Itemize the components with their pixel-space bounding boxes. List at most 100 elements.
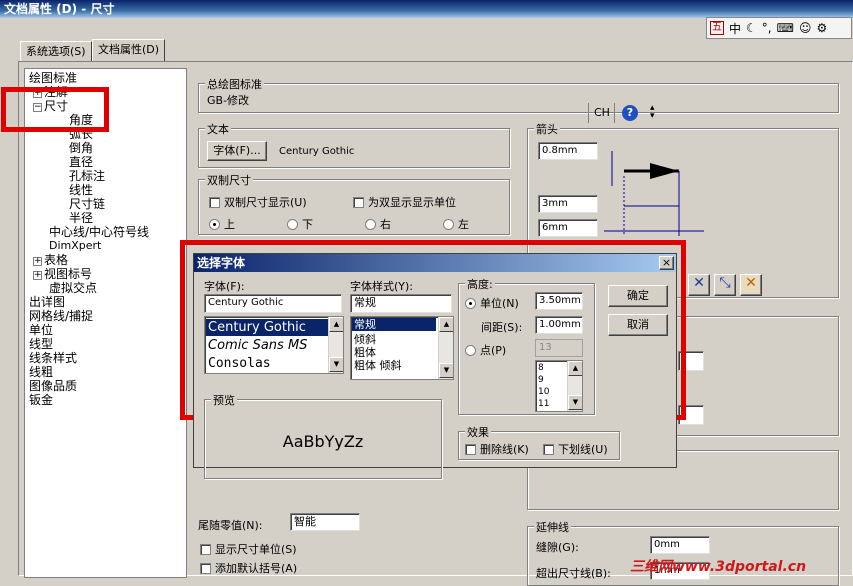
tree-item-line-thickness[interactable]: 线粗 [29,365,53,379]
effects-label: 效果 [465,424,491,440]
scroll-down-icon[interactable]: ▼ [568,395,582,410]
gap-input[interactable]: 0mm [650,536,710,554]
keyboard-icon[interactable]: ⌨ [777,21,794,35]
ok-button[interactable]: 确定 [608,285,668,307]
trailing-zero-select[interactable]: 智能 [290,513,360,531]
window-title: 文档属性 (D) - 尺寸 [0,0,853,18]
close-icon[interactable]: × [659,256,674,270]
font-input[interactable]: Century Gothic [204,294,342,313]
list-item[interactable]: 10 [538,387,549,397]
tree-item-detailing[interactable]: 出详图 [29,295,65,309]
tree-item-linear[interactable]: 线性 [69,183,93,197]
tree-item-tables[interactable]: + 表格 [33,253,68,267]
point-input[interactable]: 13 [535,339,583,357]
radio-bottom[interactable]: 下 [287,216,313,232]
ime-toolbar[interactable]: 五 中 ☾ °, ⌨ ☺ ⚙ [706,17,852,39]
expand-icon[interactable]: + [33,271,42,280]
arrow-style-icon[interactable]: ✕ [688,274,710,296]
tree-item-dimxpert[interactable]: DimXpert [49,239,101,253]
tree-item-centerlines[interactable]: 中心线/中心符号线 [49,225,149,239]
spacing-label: 间距(S): [481,321,523,334]
select-font-dialog[interactable]: 选择字体 × 字体(F): Century Gothic Century Got… [193,253,677,479]
punct-icon[interactable]: °, [762,21,772,35]
arrow-style-icon[interactable]: ✕ [740,274,762,296]
moon-icon[interactable]: ☾ [746,21,757,35]
arrows-label: 箭头 [534,121,560,137]
tree-item-line-font[interactable]: 线型 [29,337,53,351]
arrow-length-input[interactable]: 6mm [538,219,598,237]
list-item[interactable]: Comic Sans MS [206,338,307,353]
radio-left[interactable]: 左 [443,216,469,232]
strikeout-checkbox[interactable]: 删除线(K) [465,441,529,457]
help-icon[interactable]: ? [622,105,638,121]
scrollbar[interactable]: ▲ ▼ [438,317,453,379]
list-item[interactable]: 11 [538,399,549,409]
tree-item-sheet-metal[interactable]: 钣金 [29,393,53,407]
list-item[interactable]: 粗体 倾斜 [354,357,402,373]
text-group-label: 文本 [205,121,231,137]
unit-radio[interactable]: 单位(N) [465,295,519,311]
spacing-input[interactable]: 1.00mm [535,316,583,334]
point-list[interactable]: 8 9 10 11 ▲ ▼ [535,360,583,412]
tree-item-units[interactable]: 单位 [29,323,53,337]
style-input[interactable]: 常规 [350,294,452,313]
list-item[interactable]: 常规 [352,318,436,331]
effects-group: 效果 删除线(K) 下划线(U) [458,424,620,460]
tab-system-options[interactable]: 系统选项(S) [20,41,92,61]
arrow-style-buttons: ✕ ⤡ ✕ [688,274,762,296]
tab-document-properties[interactable]: 文档属性(D) [92,39,166,61]
style-label: 字体样式(Y): [350,280,414,293]
show-units-checkbox[interactable]: 显示尺寸单位(S) [200,541,297,557]
scroll-up-icon[interactable]: ▲ [439,317,453,332]
arrow-diagram [604,151,704,236]
scroll-down-icon[interactable]: ▼ [439,363,453,378]
scrollbar[interactable]: ▲ ▼ [567,361,582,411]
tree-item-virtual-sharps[interactable]: 虚拟交点 [49,281,97,295]
cancel-button[interactable]: 取消 [608,314,668,336]
arrow-width-input[interactable]: 3mm [538,195,598,213]
highlight-box [1,87,109,132]
unit-input[interactable]: 3.50mm [535,292,583,310]
font-button[interactable]: 字体(F)... [207,141,267,161]
dual-display-checkbox[interactable]: 双制尺寸显示(U) [209,194,307,210]
point-radio[interactable]: 点(P) [465,342,506,358]
list-item[interactable]: 8 [538,363,544,373]
text-group: 文本 字体(F)... Century Gothic [198,121,510,168]
tree-item-line-style[interactable]: 线条样式 [29,351,77,365]
user-icon[interactable]: ☺ [799,21,812,35]
font-label: 字体(F): [204,280,245,293]
scroll-down-icon[interactable]: ▼ [329,357,343,372]
tree-item-ordinate[interactable]: 尺寸链 [69,197,105,211]
style-list[interactable]: 常规 倾斜 粗体 粗体 倾斜 ▲ ▼ [350,316,454,380]
ime-logo-icon[interactable]: 五 [710,21,724,35]
tree-item-chamfer[interactable]: 倒角 [69,141,93,155]
scrollbar[interactable]: ▲ ▼ [328,317,343,373]
lang-indicator[interactable]: CH [594,106,610,119]
arrow-size-input[interactable]: 0.8mm [538,142,598,160]
radio-top[interactable]: 上 [209,216,235,232]
dual-units-checkbox[interactable]: 为双显示显示单位 [353,194,456,210]
scroll-up-icon[interactable]: ▲ [568,361,582,376]
list-item[interactable]: 9 [538,375,544,385]
settings-icon[interactable]: ⚙ [816,21,827,35]
default-parens-checkbox[interactable]: 添加默认括号(A) [200,560,297,576]
tree-item-grid-snap[interactable]: 网格线/捕捉 [29,309,93,323]
tree-item-hole-callout[interactable]: 孔标注 [69,169,105,183]
tree-item-image-quality[interactable]: 图像品质 [29,379,77,393]
tree-item-radius[interactable]: 半径 [69,211,93,225]
options-tree[interactable]: 绘图标准 + 注解 − 尺寸 角度 弧长 倒角 直径 孔标注 线性 尺寸链 半径 中… [24,68,187,578]
font-list[interactable]: Century Gothic Comic Sans MS Consolas ▲ … [204,316,344,374]
radio-right[interactable]: 右 [365,216,391,232]
list-item[interactable]: Consolas [206,356,271,371]
tree-item-diameter[interactable]: 直径 [69,155,93,169]
ime-lang[interactable]: 中 [729,20,741,37]
list-item[interactable]: Century Gothic [206,319,328,336]
more-icon[interactable]: ▴ ▾ [650,104,655,121]
tree-item-drawing-standard[interactable]: 绘图标准 [29,71,77,85]
preview-label: 预览 [211,392,237,408]
arrow-style-icon[interactable]: ⤡ [714,274,736,296]
underline-checkbox[interactable]: 下划线(U) [543,441,608,457]
scroll-up-icon[interactable]: ▲ [329,317,343,332]
tree-item-view-labels[interactable]: + 视图标号 [33,267,92,281]
expand-icon[interactable]: + [33,257,42,266]
